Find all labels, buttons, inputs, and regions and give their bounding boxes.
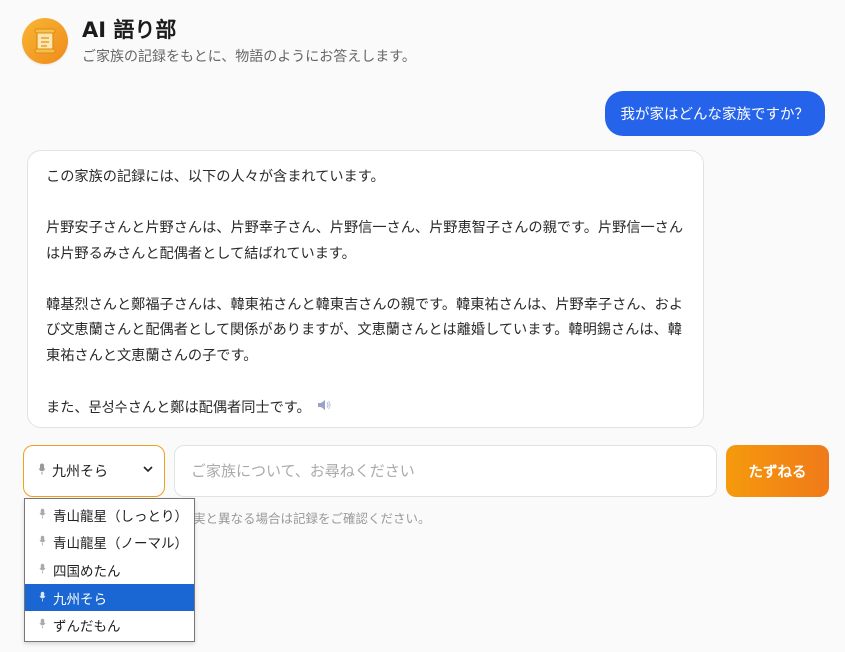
scroll-icon	[22, 18, 68, 64]
microphone-icon	[39, 617, 46, 633]
microphone-icon	[39, 507, 46, 523]
microphone-icon	[39, 562, 46, 578]
app-title: AI 語り部	[82, 18, 177, 42]
bot-message-bubble: この家族の記録には、以下の人々が含まれています。 片野安子さんと片野さんは、片野…	[27, 150, 704, 428]
bot-paragraph-last: また、문성수さんと鄭は配偶者同士です。	[46, 395, 685, 421]
voice-option-label: 青山龍星（しっとり）	[53, 508, 188, 525]
voice-option[interactable]: 四国めたん	[25, 556, 194, 584]
voice-option-label: 青山龍星（ノーマル）	[53, 536, 188, 553]
chevron-down-icon	[142, 463, 154, 479]
app-header: AI 語り部 ご家族の記録をもとに、物語のようにお答えします。	[22, 18, 416, 66]
voice-select[interactable]: 九州そら	[23, 445, 165, 497]
app-subtitle: ご家族の記録をもとに、物語のようにお答えします。	[82, 49, 416, 65]
voice-option-label: 四国めたん	[53, 563, 121, 580]
question-input[interactable]	[174, 445, 717, 497]
bot-paragraph: 韓基烈さんと鄭福子さんは、韓東祐さんと韓東吉さんの親です。韓東祐さんは、片野幸子…	[46, 296, 684, 364]
bot-paragraph-text: また、문성수さんと鄭は配偶者同士です。	[46, 399, 311, 416]
voice-option-selected[interactable]: 九州そら	[25, 583, 194, 612]
voice-option[interactable]: 青山龍星（しっとり）	[25, 501, 194, 529]
voice-option[interactable]: 青山龍星（ノーマル）	[25, 529, 194, 557]
voice-option-label: 九州そら	[53, 591, 107, 608]
microphone-icon	[39, 534, 46, 550]
user-message-bubble: 我が家はどんな家族ですか？	[604, 91, 825, 136]
speaker-icon[interactable]	[317, 395, 331, 421]
microphone-icon	[39, 590, 46, 606]
ask-button[interactable]: たずねる	[726, 445, 829, 497]
voice-select-value: 九州そら	[52, 464, 108, 480]
bot-paragraph: この家族の記録には、以下の人々が含まれています。	[46, 169, 385, 185]
voice-option-label: ずんだもん	[53, 619, 121, 636]
voice-dropdown-list: 青山龍星（しっとり） 青山龍星（ノーマル） 四国めたん 九州そら ずんだもん	[24, 498, 195, 642]
disclaimer-text: 実と異なる場合は記録をご確認ください。	[193, 511, 431, 526]
bot-paragraph: 片野安子さんと片野さんは、片野幸子さん、片野信一さん、片野恵智子さんの親です。片…	[46, 220, 684, 262]
microphone-icon	[38, 463, 46, 479]
voice-option[interactable]: ずんだもん	[25, 611, 194, 639]
